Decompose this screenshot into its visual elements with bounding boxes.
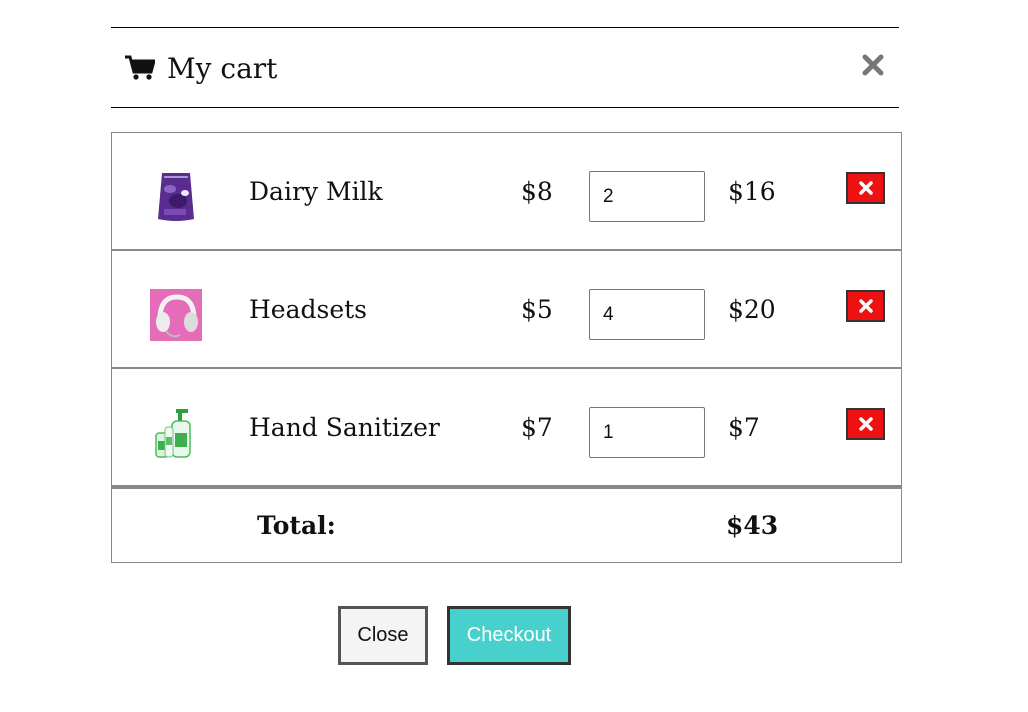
dairy-milk-image: [158, 173, 194, 221]
quantity-input[interactable]: [589, 171, 705, 222]
item-subtotal: $20: [728, 295, 776, 324]
remove-item-button[interactable]: [846, 290, 885, 322]
cart-modal: My cart: [111, 27, 899, 108]
item-name: Hand Sanitizer: [249, 413, 440, 442]
remove-item-button[interactable]: [846, 408, 885, 440]
quantity-input[interactable]: [589, 289, 705, 340]
cart-header: My cart: [111, 27, 899, 108]
remove-x-icon: [858, 417, 873, 431]
quantity-input[interactable]: [589, 407, 705, 458]
close-button[interactable]: Close: [338, 606, 428, 665]
total-value: $43: [726, 511, 779, 540]
item-subtotal: $16: [728, 177, 776, 206]
total-row: Total: $43: [112, 487, 901, 562]
close-x-icon[interactable]: [861, 53, 885, 77]
page-title: My cart: [167, 52, 278, 85]
remove-x-icon: [858, 181, 873, 195]
table-row: Hand Sanitizer $7 $7: [112, 369, 901, 487]
hand-sanitizer-image: [155, 409, 191, 458]
table-row: Dairy Milk $8 $16: [112, 133, 901, 251]
item-price: $8: [521, 177, 553, 206]
shopping-cart-icon: [125, 55, 155, 80]
remove-item-button[interactable]: [846, 172, 885, 204]
item-price: $7: [521, 413, 553, 442]
item-name: Headsets: [249, 295, 368, 324]
table-row: Headsets $5 $20: [112, 251, 901, 369]
item-price: $5: [521, 295, 553, 324]
item-subtotal: $7: [728, 413, 760, 442]
headsets-image: [150, 289, 202, 341]
item-name: Dairy Milk: [249, 177, 383, 206]
cart-table: Dairy Milk $8 $16 Headsets $5 $20: [111, 132, 902, 563]
checkout-button[interactable]: Checkout: [447, 606, 571, 665]
remove-x-icon: [858, 299, 873, 313]
total-label: Total:: [257, 511, 336, 540]
